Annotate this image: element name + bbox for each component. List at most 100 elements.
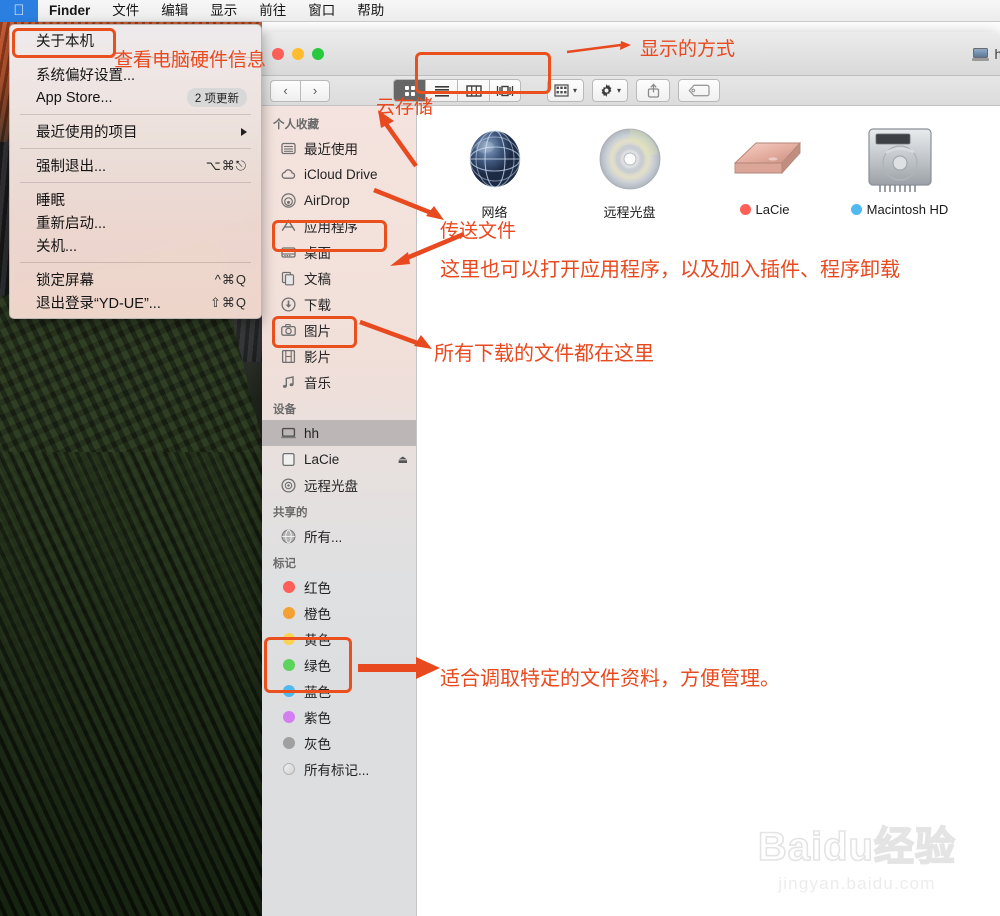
sidebar-item-LaCie[interactable]: LaCie ⏏	[262, 446, 416, 472]
apple-menu-item-5[interactable]: 最近使用的项目	[10, 120, 261, 143]
tag-dot	[280, 605, 297, 622]
apple-menu-item-label: 强制退出...	[36, 159, 107, 175]
coverflow-icon	[496, 85, 514, 96]
arrange-button[interactable]: ▾	[547, 79, 585, 102]
window-controls	[262, 47, 324, 60]
submenu-arrow-icon	[241, 127, 247, 136]
finder-sidebar: 个人收藏 最近使用 iCloud Drive AirDrop 应用程序 桌面 文稿 下载 图片影…	[262, 106, 417, 916]
sidebar-section-header: 共享的	[273, 507, 308, 519]
chevron-down-icon: ▾	[573, 86, 578, 95]
sidebar-item-橙色[interactable]: 橙色	[262, 600, 416, 626]
file-label-text: 远程光盘	[603, 205, 656, 220]
internal-hdd-icon	[832, 122, 967, 196]
annotation-airdrop: 传送文件	[440, 221, 517, 242]
sidebar-item-label: 影片	[304, 350, 331, 365]
icloud-icon	[280, 166, 297, 183]
applications-icon	[280, 218, 297, 235]
file-label-row: 远程光盘	[562, 202, 697, 221]
disc-icon	[280, 477, 297, 494]
finder-window: hh ‹ ›	[262, 32, 1000, 916]
sidebar-item-label: 橙色	[304, 607, 331, 622]
menu-separator	[20, 262, 251, 263]
tag-dot	[280, 631, 297, 648]
sidebar-item-音乐[interactable]: 音乐	[262, 369, 416, 395]
menu-separator	[20, 114, 251, 115]
apple-menu-item-13[interactable]: 锁定屏幕 ^⌘Q	[10, 268, 261, 291]
arrow-view-mode	[566, 41, 631, 54]
annotation-cloud-storage: 云存储	[376, 97, 434, 118]
apple-menu-item-14[interactable]: 退出登录“YD-UE”... ⇧⌘Q	[10, 291, 261, 314]
file-item-LaCie[interactable]: LaCie	[697, 122, 832, 221]
sidebar-item-label: iCloud Drive	[304, 166, 378, 182]
sidebar-item-label: 紫色	[304, 711, 331, 726]
annotation-tags: 适合调取特定的文件资料，方便管理。	[440, 668, 780, 690]
columns-icon	[465, 84, 482, 97]
arrow-downloads	[359, 319, 432, 349]
annotation-about-this-mac: 查看电脑硬件信息	[114, 50, 267, 71]
close-button[interactable]	[272, 47, 284, 60]
tag-dot	[280, 579, 297, 596]
sidebar-item-label: 最近使用	[304, 142, 358, 157]
sidebar-item-hh[interactable]: hh	[262, 420, 416, 446]
tag-dot	[280, 735, 297, 752]
menu-item-4[interactable]: 前往	[248, 0, 297, 22]
menu-item-0[interactable]: Finder	[38, 0, 101, 22]
sidebar-item-下载[interactable]: 下载	[262, 291, 416, 317]
sidebar-item-蓝色[interactable]: 蓝色	[262, 678, 416, 704]
apple-menu-item-9[interactable]: 睡眠	[10, 188, 261, 211]
tag-icon	[688, 84, 710, 97]
menu-item-6[interactable]: 帮助	[346, 0, 395, 22]
action-button[interactable]: ▾	[592, 79, 629, 102]
sidebar-item-远程光盘[interactable]: 远程光盘	[262, 472, 416, 498]
apple-menu-item-label: 重新启动...	[36, 216, 107, 232]
sidebar-item-黄色[interactable]: 黄色	[262, 626, 416, 652]
menu-item-2[interactable]: 编辑	[150, 0, 199, 22]
sidebar-item-label: AirDrop	[304, 192, 350, 208]
sidebar-item-所有标记...[interactable]: 所有标记...	[262, 756, 416, 782]
documents-icon	[280, 270, 297, 287]
tag-dot	[280, 683, 297, 700]
nav-buttons: ‹ ›	[270, 79, 330, 102]
apple-menu-item-label: 退出登录“YD-UE”...	[36, 296, 161, 312]
file-item-Macintosh HD[interactable]: Macintosh HD	[832, 122, 967, 221]
sidebar-item-紫色[interactable]: 紫色	[262, 704, 416, 730]
list-icon	[434, 85, 449, 97]
pictures-icon	[280, 322, 297, 339]
file-item-远程光盘[interactable]: 远程光盘	[562, 122, 697, 221]
back-button[interactable]: ‹	[270, 79, 300, 102]
sidebar-item-label: 所有...	[304, 530, 343, 545]
forward-button[interactable]: ›	[300, 79, 330, 102]
sidebar-item-红色[interactable]: 红色	[262, 574, 416, 600]
apple-menu-item-3[interactable]: App Store... 2 项更新	[10, 86, 261, 109]
share-button[interactable]	[636, 79, 671, 102]
baidu-watermark: Baidu经验 jingyan.baidu.com	[757, 814, 956, 894]
desktop-icon	[280, 244, 297, 261]
column-view-button[interactable]	[457, 79, 489, 102]
menu-item-3[interactable]: 显示	[199, 0, 248, 22]
sidebar-item-灰色[interactable]: 灰色	[262, 730, 416, 756]
apple-menu-item-11[interactable]: 关机...	[10, 234, 261, 257]
recents-icon	[280, 140, 297, 157]
sidebar-item-label: 音乐	[304, 376, 331, 391]
annotation-downloads: 所有下载的文件都在这里	[434, 343, 654, 365]
sidebar-section-header: 设备	[273, 404, 296, 416]
menu-item-1[interactable]: 文件	[101, 0, 150, 22]
apple-menu-item-7[interactable]: 强制退出... ⌥⌘⎋	[10, 154, 261, 177]
minimize-button[interactable]	[292, 47, 304, 60]
eject-icon[interactable]: ⏏	[398, 453, 408, 466]
apple-menu-button[interactable]: 	[0, 0, 38, 22]
tag-dot	[280, 657, 297, 674]
sidebar-item-label: 灰色	[304, 737, 331, 752]
coverflow-view-button[interactable]	[489, 79, 521, 102]
sidebar-item-所有...[interactable]: 所有...	[262, 523, 416, 549]
menu-item-5[interactable]: 窗口	[297, 0, 346, 22]
sidebar-item-label: 绿色	[304, 659, 331, 674]
tag-button[interactable]	[678, 79, 721, 102]
window-title-text: hh	[994, 46, 1000, 62]
zoom-button[interactable]	[312, 47, 324, 60]
chevron-down-icon: ▾	[617, 86, 622, 95]
file-label-text: LaCie	[755, 202, 790, 217]
apple-menu-item-10[interactable]: 重新启动...	[10, 211, 261, 234]
arrange-icon	[554, 84, 569, 97]
file-icon-grid: 网络 远程光盘 LaCie Macintosh HD	[417, 106, 1000, 221]
